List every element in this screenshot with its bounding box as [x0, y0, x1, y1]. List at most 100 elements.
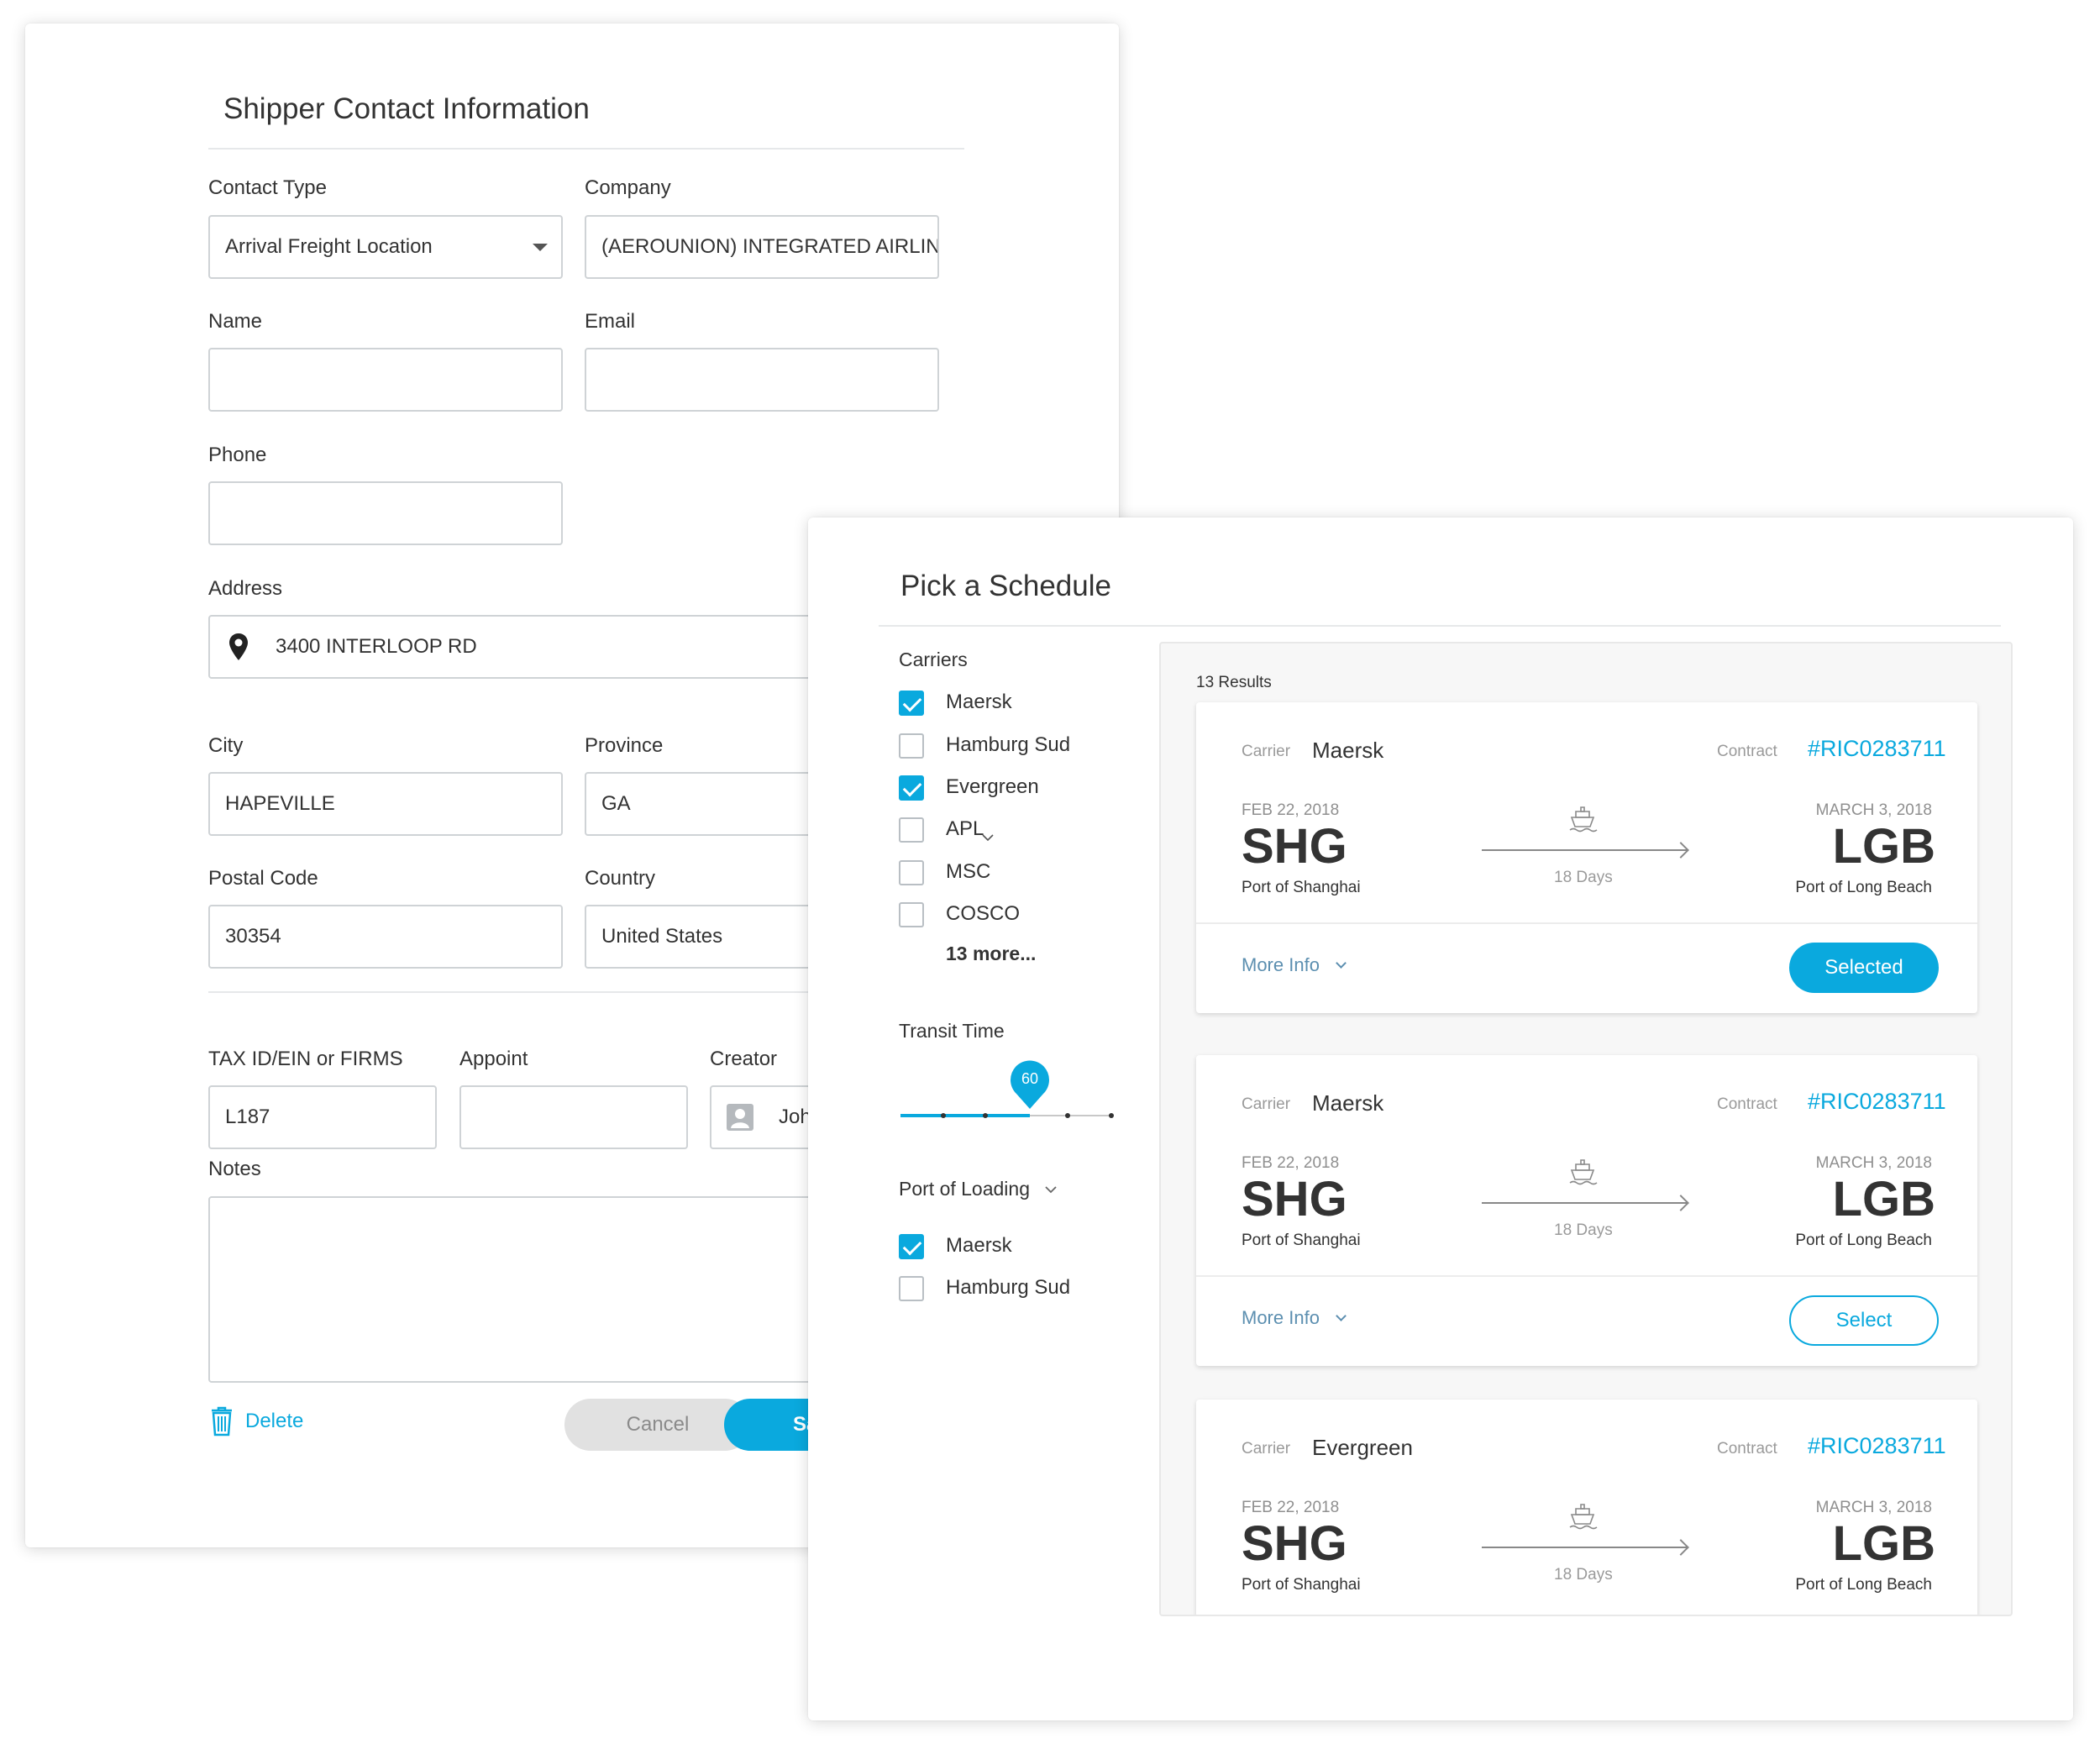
location-pin-icon [229, 633, 248, 660]
checkbox-evergreen[interactable] [899, 775, 924, 801]
carrier-label: Carrier [1242, 743, 1291, 760]
cancel-button[interactable]: Cancel [564, 1399, 751, 1451]
select-label: Select [1835, 1309, 1893, 1331]
company-value: (AEROUNION) INTEGRATED AIRLINE [601, 235, 939, 258]
transit-slider-handle[interactable]: 60 [1008, 1060, 1052, 1111]
slider-tick [1065, 1113, 1070, 1118]
port-label-maersk: Maersk [946, 1234, 1012, 1257]
depart-date: FEB 22, 2018 [1242, 801, 1340, 819]
schedule-title-divider [879, 625, 2001, 627]
more-info-link[interactable]: More Info [1242, 954, 1320, 976]
carrier-name: Maersk [1312, 1090, 1384, 1116]
city-label: City [208, 734, 244, 757]
checkbox-port-hamburg-sud[interactable] [899, 1276, 924, 1301]
arrow-head [1672, 1195, 1689, 1211]
pick-schedule-card: Pick a Schedule Carriers Maersk Hamburg … [808, 517, 2073, 1720]
email-label: Email [585, 310, 636, 333]
schedule-card-1[interactable]: Carrier Maersk Contract #RIC0283711 FEB … [1196, 702, 1977, 1013]
postal-code-value: 30354 [225, 925, 281, 948]
selected-label: Selected [1824, 956, 1903, 979]
dest-code: LGB [1832, 819, 1935, 874]
transit-duration: 18 Days [1554, 1221, 1613, 1239]
address-value: 3400 INTERLOOP RD [276, 635, 477, 658]
schedule-title: Pick a Schedule [900, 570, 1111, 602]
origin-port: Port of Shanghai [1242, 1576, 1361, 1594]
arrive-date: MARCH 3, 2018 [1815, 801, 1932, 819]
arrow-right-icon [1482, 1202, 1687, 1204]
carrier-label: Carrier [1242, 1095, 1291, 1113]
schedule-card-2[interactable]: Carrier Maersk Contract #RIC0283711 FEB … [1196, 1055, 1977, 1366]
more-info-link[interactable]: More Info [1242, 1307, 1320, 1329]
phone-input[interactable] [208, 481, 563, 545]
phone-label: Phone [208, 444, 267, 466]
carriers-label: Carriers [899, 649, 968, 670]
carrier-label-hamburg-sud: Hamburg Sud [946, 733, 1071, 756]
card-divider [1196, 922, 1977, 924]
dest-code: LGB [1832, 1172, 1935, 1226]
cursor-caret-icon [982, 834, 994, 842]
notes-label: Notes [208, 1158, 261, 1180]
appoint-input[interactable] [459, 1085, 688, 1149]
transit-time-label: Transit Time [899, 1020, 1005, 1042]
checkbox-apl[interactable] [899, 817, 924, 843]
appoint-label: Appoint [459, 1048, 528, 1070]
results-panel: 13 Results Carrier Maersk Contract #RIC0… [1159, 642, 2013, 1616]
carrier-label-maersk: Maersk [946, 691, 1012, 713]
province-value: GA [601, 792, 631, 815]
ship-icon [1569, 806, 1598, 832]
contract-label: Contract [1717, 743, 1777, 760]
contract-id[interactable]: #RIC0283711 [1808, 1433, 1946, 1459]
schedule-card-3[interactable]: Carrier Evergreen Contract #RIC0283711 F… [1196, 1400, 1977, 1615]
email-input[interactable] [585, 348, 939, 412]
contract-id[interactable]: #RIC0283711 [1808, 1089, 1946, 1115]
carrier-name: Maersk [1312, 738, 1384, 763]
tax-id-value: L187 [225, 1106, 270, 1128]
selected-button[interactable]: Selected [1789, 943, 1939, 993]
name-label: Name [208, 310, 263, 333]
checkbox-cosco[interactable] [899, 902, 924, 927]
company-input[interactable]: (AEROUNION) INTEGRATED AIRLINE [585, 215, 939, 279]
more-carriers-link[interactable]: 13 more... [946, 943, 1036, 965]
chevron-down-icon [1045, 1185, 1057, 1193]
origin-code: SHG [1242, 1516, 1347, 1571]
postal-code-input[interactable]: 30354 [208, 905, 563, 969]
checkbox-maersk[interactable] [899, 691, 924, 716]
province-label: Province [585, 734, 664, 757]
arrow-head [1672, 1539, 1689, 1556]
trash-icon [212, 1406, 232, 1436]
company-label: Company [585, 176, 671, 199]
creator-value: Joh [779, 1106, 811, 1128]
chevron-down-icon [1336, 958, 1347, 969]
ship-icon [1569, 1504, 1598, 1530]
carrier-label-cosco: COSCO [946, 902, 1021, 925]
port-of-loading-label: Port of Loading [899, 1178, 1031, 1200]
contract-id[interactable]: #RIC0283711 [1808, 736, 1946, 762]
port-of-loading-toggle[interactable]: Port of Loading [899, 1178, 1058, 1200]
transit-slider-value: 60 [1021, 1070, 1039, 1087]
name-input[interactable] [208, 348, 563, 412]
contact-type-select[interactable]: Arrival Freight Location [208, 215, 563, 279]
address-label: Address [208, 577, 283, 600]
slider-tick [983, 1113, 988, 1118]
user-avatar-icon [727, 1104, 753, 1131]
select-button[interactable]: Select [1789, 1295, 1939, 1346]
delete-label: Delete [245, 1410, 304, 1432]
tax-id-input[interactable]: L187 [208, 1085, 437, 1149]
city-input[interactable]: HAPEVILLE [208, 772, 563, 836]
carrier-name: Evergreen [1312, 1435, 1413, 1460]
country-value: United States [601, 925, 723, 948]
carrier-label-apl: APL [946, 817, 984, 840]
origin-code: SHG [1242, 1172, 1347, 1226]
results-count: 13 Results [1196, 674, 1272, 691]
checkbox-hamburg-sud[interactable] [899, 733, 924, 759]
checkbox-msc[interactable] [899, 860, 924, 885]
contact-type-label: Contact Type [208, 176, 327, 199]
slider-tick [1109, 1113, 1114, 1118]
origin-port: Port of Shanghai [1242, 879, 1361, 896]
arrow-right-icon [1482, 849, 1687, 851]
title-divider [208, 148, 964, 150]
checkbox-port-maersk[interactable] [899, 1234, 924, 1259]
delete-button[interactable]: Delete [210, 1406, 303, 1436]
cancel-label: Cancel [626, 1413, 690, 1436]
card-divider [1196, 1275, 1977, 1277]
